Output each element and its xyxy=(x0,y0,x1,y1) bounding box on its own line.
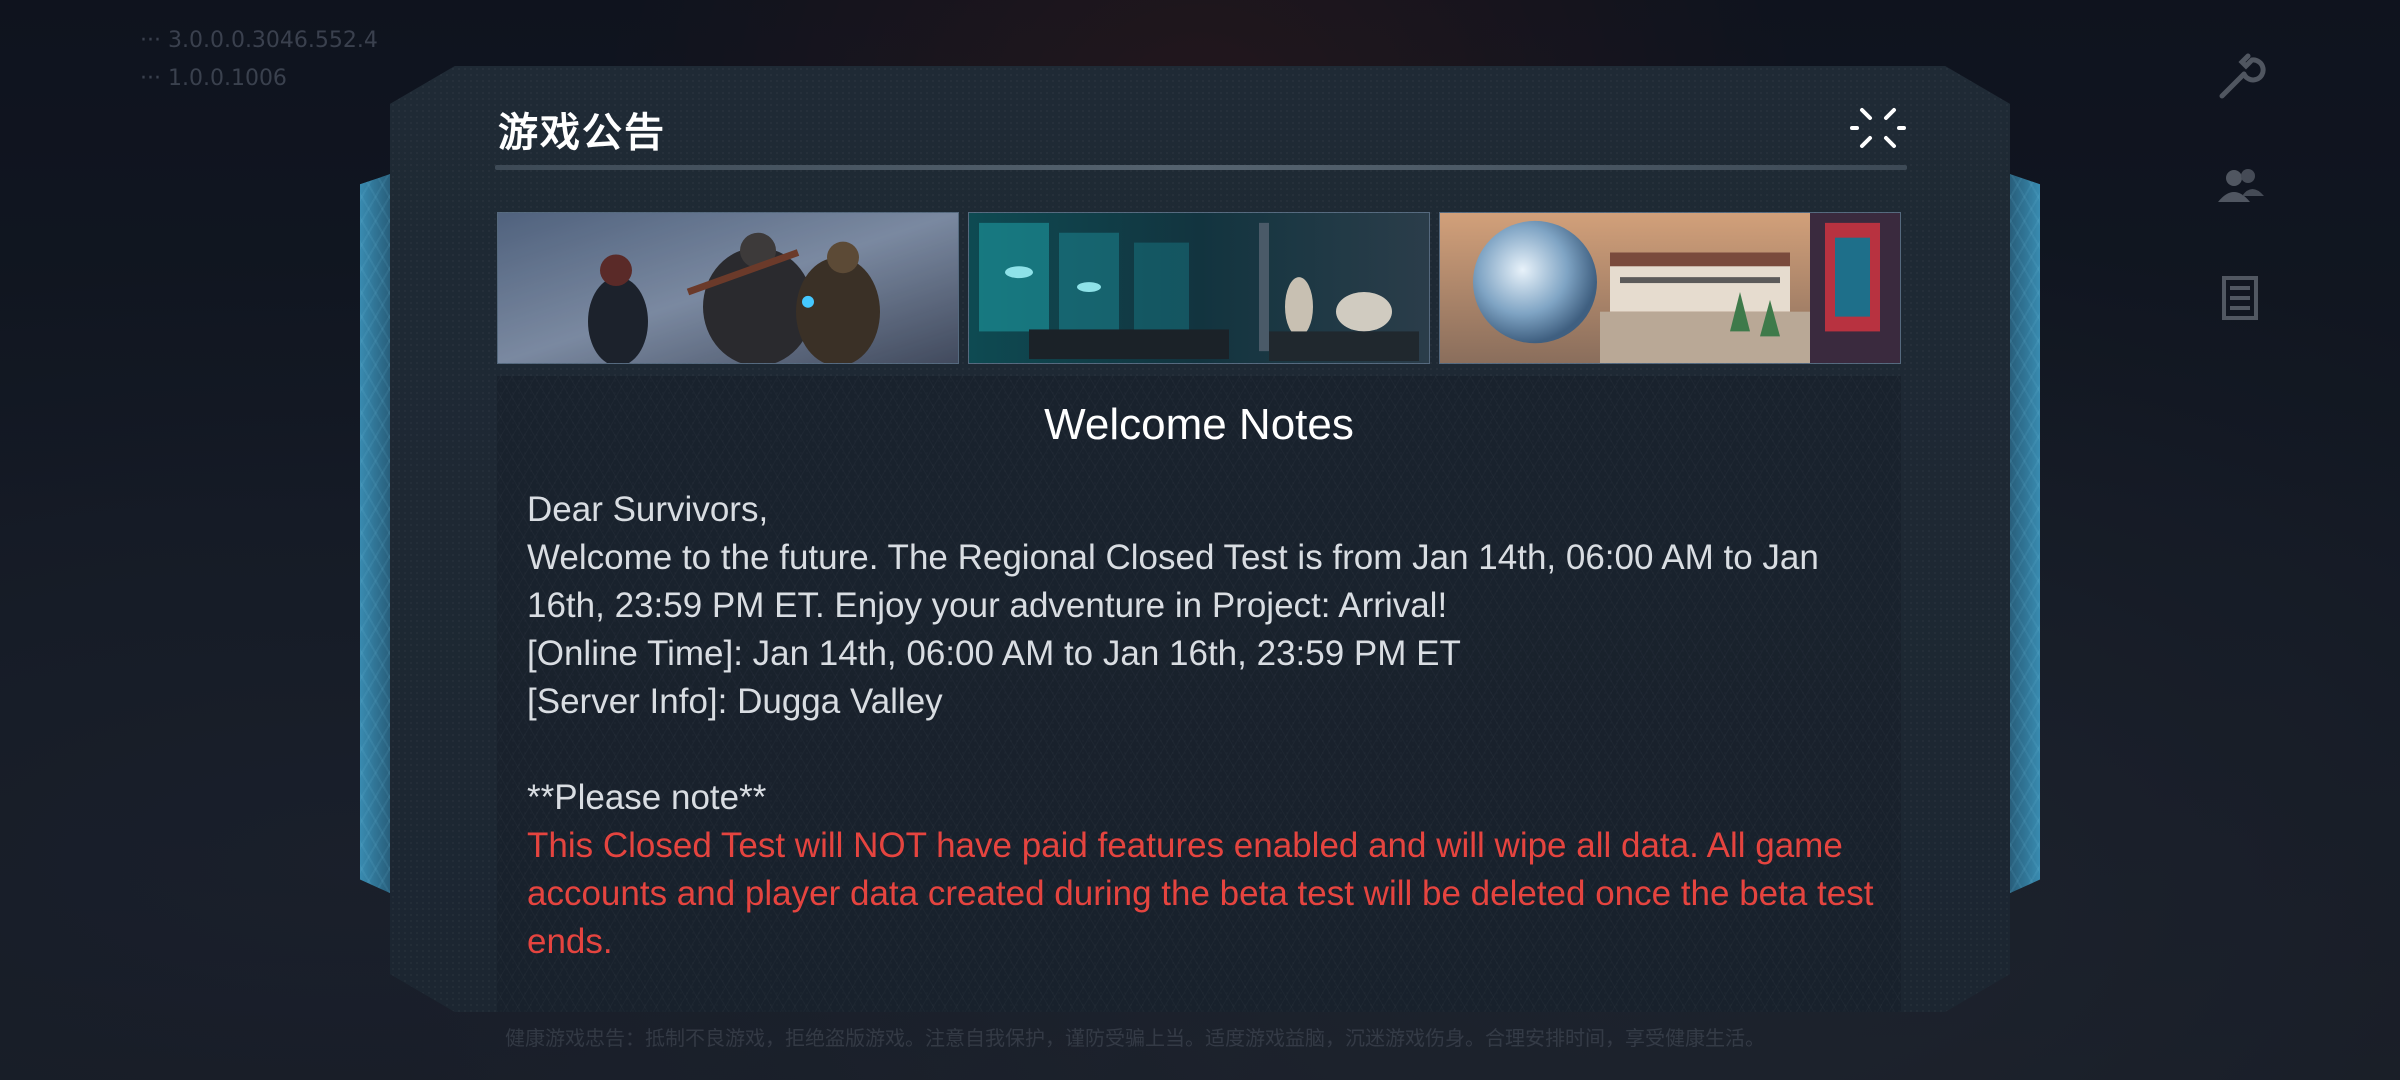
health-notice: 健康游戏忠告：抵制不良游戏，拒绝盗版游戏。注意自我保护，谨防受骗上当。适度游戏益… xyxy=(505,1026,1765,1050)
version-line: ··· 1.0.0.1006 xyxy=(140,66,287,91)
notice-body: Dear Survivors, Welcome to the future. T… xyxy=(527,486,1887,966)
lab-banner[interactable] xyxy=(968,212,1430,364)
notice-heading: Welcome Notes xyxy=(1044,400,1354,449)
notice-panel[interactable]: Welcome Notes Dear Survivors, Welcome to… xyxy=(497,376,1901,1012)
notice-online-time: [Online Time]: Jan 14th, 06:00 AM to Jan… xyxy=(527,634,1461,673)
notice-warning: This Closed Test will NOT have paid feat… xyxy=(527,826,1874,961)
wrench-icon[interactable] xyxy=(2212,50,2268,106)
notice-greeting: Dear Survivors, xyxy=(527,490,769,529)
version-line: ··· 3.0.0.0.3046.552.4 xyxy=(140,28,378,53)
notice-intro: Welcome to the future. The Regional Clos… xyxy=(527,538,1819,625)
list-icon[interactable] xyxy=(2212,270,2268,326)
banner-strip xyxy=(497,212,1901,364)
version-info: ··· 3.0.0.0.3046.552.4 ··· 1.0.0.1006 xyxy=(140,22,378,98)
close-button[interactable] xyxy=(1848,102,1908,154)
side-menu xyxy=(2212,50,2268,380)
announcement-dialog: 游戏公告 Welcome Notes Dear Survivors, Welco… xyxy=(360,66,2040,1012)
friends-icon[interactable] xyxy=(2212,160,2268,216)
survivors-banner[interactable] xyxy=(497,212,959,364)
city-dome-banner[interactable] xyxy=(1439,212,1901,364)
close-icon xyxy=(1850,108,1906,148)
dialog-title: 游戏公告 xyxy=(498,110,666,156)
title-divider xyxy=(495,165,1907,170)
notice-note-header: **Please note** xyxy=(527,778,767,817)
notice-server-info: [Server Info]: Dugga Valley xyxy=(527,682,943,721)
